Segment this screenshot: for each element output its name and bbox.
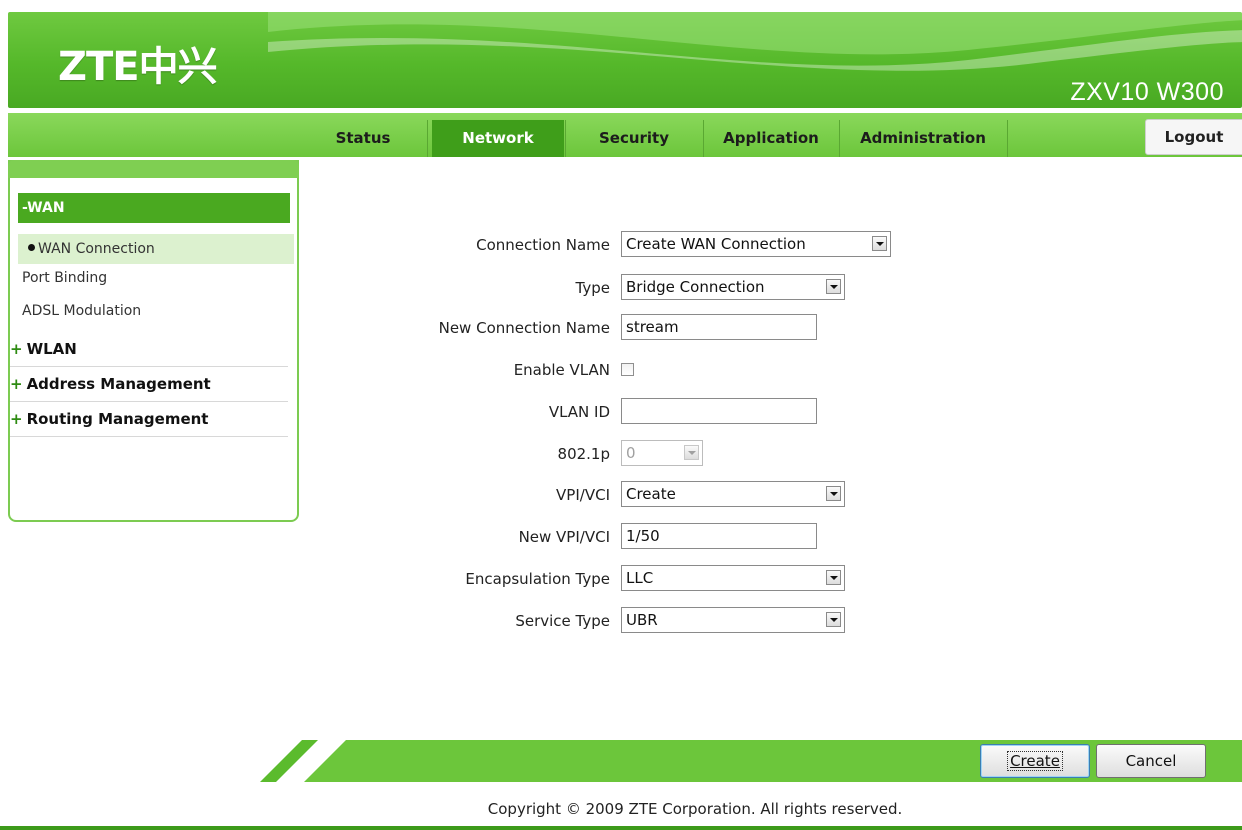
row-type: Type Bridge Connection [300, 273, 1000, 303]
sidebar-item-label: Port Binding [22, 270, 108, 286]
type-select[interactable]: Bridge Connection [621, 274, 845, 300]
expand-plus-icon: + [10, 375, 23, 393]
sidebar-group-label: Address Management [26, 375, 211, 393]
sidebar-group-label: Routing Management [26, 410, 209, 428]
priority-label: 802.1p [557, 445, 610, 463]
service-type-value: UBR [626, 611, 658, 629]
expand-plus-icon: + [10, 340, 23, 358]
vpi-vci-select[interactable]: Create [621, 481, 845, 507]
create-button-label: Create [1007, 751, 1063, 771]
sidebar: -WAN WAN Connection Port Binding ADSL Mo… [8, 160, 299, 522]
sidebar-item-adsl-modulation[interactable]: ADSL Modulation [18, 296, 294, 326]
tab-application[interactable]: Application [704, 120, 838, 157]
sidebar-item-port-binding[interactable]: Port Binding [18, 263, 294, 293]
connection-name-select[interactable]: Create WAN Connection [621, 231, 891, 257]
new-vpi-vci-input[interactable]: 1/50 [621, 523, 817, 549]
connection-name-value: Create WAN Connection [626, 235, 806, 253]
bullet-icon [28, 243, 35, 251]
encapsulation-type-value: LLC [626, 569, 654, 587]
priority-value: 0 [626, 444, 636, 462]
create-button[interactable]: Create [980, 744, 1090, 778]
row-new-connection-name: New Connection Name stream [300, 313, 1000, 343]
row-vpi-vci: VPI/VCI Create [300, 480, 1000, 510]
sidebar-item-wan-connection[interactable]: WAN Connection [18, 234, 294, 264]
encapsulation-type-select[interactable]: LLC [621, 565, 845, 591]
dropdown-arrow-icon [826, 570, 841, 585]
tab-separator [1007, 120, 1008, 157]
tab-administration[interactable]: Administration [840, 120, 1006, 157]
service-type-select[interactable]: UBR [621, 607, 845, 633]
tab-separator [427, 120, 428, 157]
row-vlan-id: VLAN ID [300, 397, 1000, 427]
sidebar-group-wlan[interactable]: + WLAN [10, 332, 288, 367]
vpi-vci-label: VPI/VCI [556, 486, 610, 504]
dropdown-arrow-icon [826, 486, 841, 501]
row-encapsulation-type: Encapsulation Type LLC [300, 564, 1000, 594]
dropdown-arrow-icon [826, 279, 841, 294]
service-type-label: Service Type [515, 612, 610, 630]
sidebar-group-address-management[interactable]: + Address Management [10, 367, 288, 402]
row-8021p: 802.1p 0 [300, 439, 1000, 469]
vpi-vci-value: Create [626, 485, 676, 503]
row-new-vpi-vci: New VPI/VCI 1/50 [300, 522, 1000, 552]
new-vpi-vci-label: New VPI/VCI [518, 528, 610, 546]
vlan-id-input[interactable] [621, 398, 817, 424]
expand-plus-icon: + [10, 410, 23, 428]
tab-network[interactable]: Network [432, 120, 564, 157]
bottom-divider [0, 826, 1242, 830]
header-banner: ZTE中兴 ZXV10 W300 [8, 12, 1242, 108]
priority-select[interactable]: 0 [621, 440, 703, 466]
new-connection-name-input[interactable]: stream [621, 314, 817, 340]
main-nav: Status Network Security Application Admi… [8, 113, 1242, 157]
sidebar-top-strip [8, 160, 299, 178]
tab-security[interactable]: Security [566, 120, 702, 157]
dropdown-arrow-icon [684, 445, 699, 460]
row-enable-vlan: Enable VLAN [300, 355, 1000, 385]
enable-vlan-label: Enable VLAN [513, 361, 610, 379]
connection-name-label: Connection Name [476, 236, 610, 254]
logout-button[interactable]: Logout [1145, 119, 1242, 155]
vlan-id-label: VLAN ID [548, 403, 610, 421]
row-connection-name: Connection Name Create WAN Connection [300, 230, 1000, 260]
sidebar-group-label: WLAN [26, 340, 77, 358]
device-model: ZXV10 W300 [1070, 78, 1224, 106]
new-connection-name-label: New Connection Name [438, 319, 610, 337]
copyright-text: Copyright © 2009 ZTE Corporation. All ri… [487, 800, 903, 818]
sidebar-item-label: ADSL Modulation [22, 303, 142, 319]
sidebar-group-routing-management[interactable]: + Routing Management [10, 402, 288, 437]
tab-status[interactable]: Status [300, 120, 426, 157]
sidebar-item-label: WAN Connection [38, 241, 155, 257]
dropdown-arrow-icon [826, 612, 841, 627]
row-service-type: Service Type UBR [300, 606, 1000, 636]
action-bar [260, 740, 1242, 782]
enable-vlan-checkbox[interactable] [621, 363, 634, 376]
sidebar-section-wan[interactable]: -WAN [18, 193, 290, 223]
cancel-button[interactable]: Cancel [1096, 744, 1206, 778]
type-value: Bridge Connection [626, 278, 765, 296]
dropdown-arrow-icon [872, 236, 887, 251]
zte-logo: ZTE中兴 [58, 44, 218, 90]
encapsulation-type-label: Encapsulation Type [465, 570, 610, 588]
type-label: Type [575, 279, 610, 297]
